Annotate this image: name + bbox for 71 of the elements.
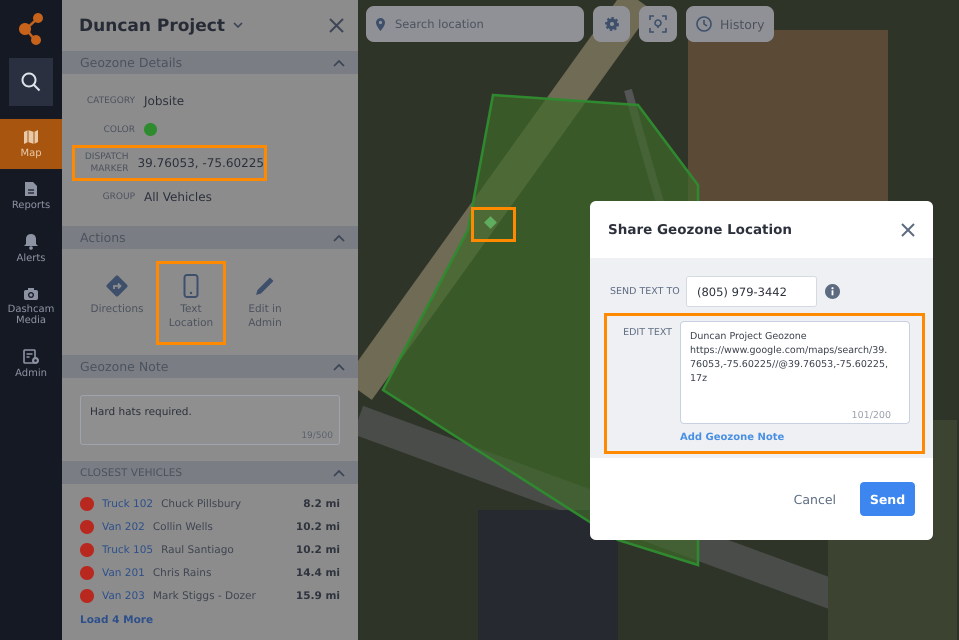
close-icon	[901, 222, 915, 236]
field-label: GROUP	[102, 191, 135, 203]
field-label: EDIT TEXT	[622, 326, 672, 340]
note-text: Hard hats required.	[90, 406, 193, 420]
bell-icon	[23, 232, 39, 250]
nav-item[interactable]: Reports	[0, 171, 62, 221]
distance-text: 15.9 mi	[296, 590, 340, 602]
vehicle-link[interactable]: Van 202	[102, 520, 145, 532]
share-logo-icon[interactable]	[17, 12, 45, 46]
vehicle-link[interactable]: Van 201	[102, 566, 145, 578]
close-icon[interactable]	[329, 18, 344, 33]
driver-name: Mark Stiggs - Dozer	[152, 590, 257, 602]
info-icon[interactable]	[825, 284, 840, 299]
nav-item[interactable]: Dashcam Media	[0, 275, 62, 337]
field-label: CATEGORY	[86, 95, 135, 107]
field-label: DISPATCH MARKER	[84, 151, 129, 175]
collapse-chevron-icon[interactable]	[333, 58, 345, 66]
document-icon	[24, 181, 38, 197]
cancel-button[interactable]: Cancel	[794, 492, 836, 506]
driver-name: Collin Wells	[152, 520, 214, 532]
search-field[interactable]: Search location	[393, 16, 567, 32]
vehicle-link[interactable]: Truck 105	[102, 544, 154, 556]
field-label: COLOR	[102, 124, 135, 136]
driver-name: Chris Rains	[152, 566, 212, 578]
message-text: Duncan Project Geozone https://www.google.com/maps/search/39.76053,-75.60225//@39.76053,-75.60225,17z	[690, 330, 890, 386]
vehicle-link[interactable]: Van 203	[102, 590, 145, 602]
camera-icon	[23, 286, 39, 300]
nav-item[interactable]: Admin	[0, 339, 62, 389]
history-button[interactable]: History	[686, 6, 774, 42]
gear-icon	[604, 16, 620, 32]
phone-field[interactable]: (805) 979-3442	[686, 276, 817, 307]
focus-pin-icon	[649, 15, 667, 33]
collapse-chevron-icon[interactable]	[333, 234, 345, 242]
field-value: Jobsite	[144, 94, 184, 108]
distance-text: 14.4 mi	[296, 566, 340, 578]
driver-name: Chuck Pillsbury	[161, 498, 242, 510]
distance-text: 10.2 mi	[296, 520, 340, 532]
field-label: SEND TEXT TO	[610, 286, 678, 297]
message-field[interactable]: Duncan Project Geozone https://www.google.com/maps/search/39.76053,-75.60225//@39.76053,-75.60225,17z 101/200	[680, 321, 910, 424]
load-more-link[interactable]: Load 4 More	[80, 614, 154, 626]
action-button[interactable]: Text Location	[156, 261, 226, 345]
map-icon	[23, 129, 39, 145]
nav-item[interactable]: Map	[0, 119, 62, 169]
search-box[interactable]: Search location	[366, 6, 584, 42]
dispatch-marker-icon[interactable]	[484, 216, 497, 229]
driver-name: Raul Santiago	[161, 544, 235, 556]
distance-text: 8.2 mi	[303, 498, 340, 510]
nav-item[interactable]: Alerts	[0, 223, 62, 273]
distance-text: 10.2 mi	[296, 544, 340, 556]
search-button[interactable]	[9, 58, 53, 106]
settings-button[interactable]	[593, 6, 630, 42]
field-value: 39.76053, -75.60225	[138, 156, 264, 170]
collapse-chevron-icon[interactable]	[333, 362, 345, 370]
character-counter: 101/200	[852, 410, 891, 421]
collapse-chevron-icon[interactable]	[333, 468, 345, 476]
search-icon	[21, 72, 41, 92]
phone-icon	[183, 274, 199, 298]
close-button[interactable]	[901, 222, 915, 236]
add-note-link[interactable]: Add Geozone Note	[680, 432, 784, 447]
panel-title: Duncan Project	[79, 16, 225, 36]
vehicle-link[interactable]: Truck 102	[102, 498, 154, 510]
location-pin-icon	[376, 18, 385, 30]
dialog-title: Share Geozone Location	[608, 222, 792, 238]
locate-button[interactable]	[639, 6, 677, 42]
action-button[interactable]: Edit in Admin	[230, 261, 300, 345]
action-button[interactable]: Directions	[82, 261, 152, 345]
field-value: All Vehicles	[144, 190, 212, 204]
admin-gear-icon	[22, 349, 40, 365]
clock-icon	[696, 16, 712, 32]
send-button[interactable]: Send	[860, 482, 915, 516]
dropdown-chevron-icon[interactable]	[232, 22, 243, 29]
